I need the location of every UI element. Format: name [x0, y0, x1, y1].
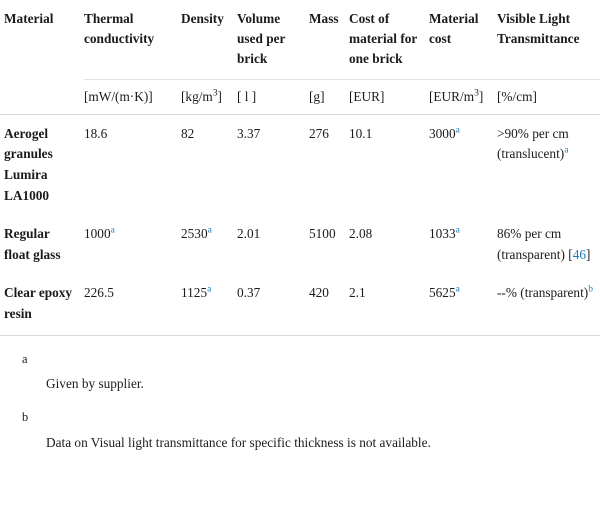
value: 18.6 [84, 125, 108, 141]
column-header-material-cost: Material cost [429, 11, 479, 47]
vlt-line-1: --% [497, 285, 517, 301]
material-properties-table: Material Thermal conductivity Density Vo… [0, 0, 600, 336]
footnote-ref[interactable]: a [456, 124, 460, 135]
unit-material [0, 79, 84, 115]
footnote-ref[interactable]: a [456, 284, 460, 295]
unit-density: [kg/m3] [181, 78, 237, 115]
cell-mass: 276 [309, 125, 329, 141]
unit-thermal-conductivity: [mW/(m·K)] [84, 78, 181, 115]
cell-density: 1125a [181, 274, 237, 336]
unit-visible-light-transmittance: [%/cm] [497, 78, 600, 115]
column-header-visible-light-transmittance: Visible Light Transmittance [497, 11, 580, 47]
footnote-a: a Given by supplier. [4, 350, 596, 395]
cell-material-cost: 5625a [429, 274, 497, 336]
footnote-marker: a [22, 351, 28, 366]
table-header: Material Thermal conductivity Density Vo… [0, 0, 600, 115]
footnote-ref[interactable]: b [588, 284, 593, 295]
cell-cost: 2.08 [349, 226, 373, 242]
cell-cost: 10.1 [349, 125, 373, 141]
column-header-cost: Cost of material for one brick [349, 11, 418, 67]
value: 2530 [181, 226, 208, 242]
footnote-b: b Data on Visual light transmittance for… [4, 408, 596, 453]
table-row: Clear epoxy resin 226.5 1125a 0.37 420 2… [0, 274, 600, 336]
unit-volume: [ l ] [237, 78, 309, 115]
vlt-line-1: 86% per cm [497, 226, 562, 242]
unit-material-cost: [EUR/m3] [429, 78, 497, 115]
table-row: Regular float glass 1000a 2530a 2.01 510… [0, 215, 600, 274]
value: 1000 [84, 226, 111, 242]
column-header-material: Material [4, 11, 54, 26]
cell-thermal-conductivity: 1000a [84, 215, 181, 274]
cell-thermal-conductivity: 226.5 [84, 274, 181, 336]
cell-material: Clear epoxy resin [0, 274, 84, 336]
column-header-volume: Volume used per brick [237, 11, 286, 67]
cell-visible-light-transmittance: --% (transparent)b [497, 274, 600, 336]
cell-volume: 3.37 [237, 125, 261, 141]
footnote-ref[interactable]: a [111, 225, 115, 236]
vlt-line-1: >90% per cm [497, 125, 569, 141]
vlt-line-2: (translucent) [497, 146, 565, 162]
header-row: Material Thermal conductivity Density Vo… [0, 0, 600, 79]
cell-volume: 2.01 [237, 226, 261, 242]
footnote-ref[interactable]: a [208, 225, 212, 236]
citation-link[interactable]: 46 [573, 247, 586, 262]
value: 1125 [181, 285, 208, 301]
cell-material-cost: 3000a [429, 114, 497, 215]
cell-material: Regular float glass [4, 226, 61, 262]
table-row: Aerogel granules Lumira LA1000 18.6 82 3… [0, 114, 600, 215]
cell-density: 82 [181, 114, 237, 215]
cell-volume: 0.37 [237, 274, 309, 336]
column-header-mass: Mass [309, 11, 339, 26]
cell-density: 2530a [181, 215, 237, 274]
column-header-thermal-conductivity: Thermal conductivity [84, 11, 155, 47]
value: 1033 [429, 226, 456, 242]
units-row: [mW/(m·K)] [kg/m3] [ l ] [g] [EUR] [EUR/… [0, 78, 600, 115]
citation-close-bracket: ] [586, 246, 591, 262]
footnote-ref[interactable]: a [207, 284, 211, 295]
column-header-density: Density [181, 11, 224, 26]
unit-cost: [EUR] [349, 78, 429, 115]
cell-thermal-conductivity: 18.6 [84, 114, 181, 215]
value: 82 [181, 125, 195, 141]
table-footnotes: a Given by supplier. b Data on Visual li… [0, 336, 600, 453]
footnote-marker: b [22, 410, 29, 425]
value: 226.5 [84, 285, 114, 301]
cell-visible-light-transmittance: >90% per cm (translucent)a [497, 114, 600, 215]
material-properties-table-container: Material Thermal conductivity Density Vo… [0, 0, 600, 453]
footnote-text: Given by supplier. [46, 376, 144, 392]
footnote-ref[interactable]: a [456, 225, 460, 236]
cell-cost: 2.1 [349, 274, 429, 336]
value: 5625 [429, 285, 456, 301]
cell-material-cost: 1033a [429, 215, 497, 274]
vlt-line-2: (transparent) [497, 246, 565, 262]
footnote-text: Data on Visual light transmittance for s… [46, 434, 431, 450]
cell-mass: 420 [309, 274, 349, 336]
footnote-ref[interactable]: a [564, 145, 568, 156]
vlt-line-2: (transparent) [520, 285, 589, 301]
cell-material: Aerogel granules Lumira LA1000 [4, 125, 53, 203]
cell-visible-light-transmittance: 86% per cm (transparent) [46] [497, 215, 600, 274]
value: 3000 [429, 125, 456, 141]
cell-mass: 5100 [309, 226, 336, 242]
table-body: Aerogel granules Lumira LA1000 18.6 82 3… [0, 114, 600, 336]
unit-mass: [g] [309, 78, 349, 115]
